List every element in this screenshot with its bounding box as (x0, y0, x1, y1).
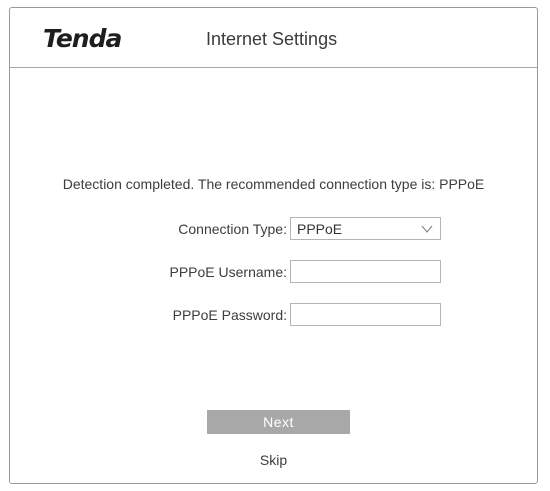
connection-type-label: Connection Type: (178, 221, 287, 237)
tenda-logo: Tenda (43, 24, 122, 53)
connection-type-select[interactable]: PPPoE (290, 217, 441, 240)
next-button[interactable]: Next (207, 410, 350, 434)
page-title: Internet Settings (206, 29, 338, 49)
skip-link-row: Skip (10, 453, 537, 467)
detection-message: Detection completed. The recommended con… (62, 176, 485, 192)
header: Tenda Internet Settings (10, 8, 537, 68)
connection-type-row: Connection Type: PPPoE (10, 217, 537, 242)
username-input[interactable] (290, 260, 441, 283)
username-row: PPPoE Username: (10, 260, 537, 285)
skip-link[interactable]: Skip (260, 452, 287, 468)
chevron-down-icon (421, 225, 433, 233)
password-row: PPPoE Password: (10, 303, 537, 328)
connection-type-value: PPPoE (297, 221, 343, 237)
password-input[interactable] (290, 303, 441, 326)
username-label: PPPoE Username: (169, 264, 288, 280)
password-label: PPPoE Password: (172, 307, 287, 323)
setup-wizard-panel: Tenda Internet Settings Detection comple… (9, 7, 538, 484)
